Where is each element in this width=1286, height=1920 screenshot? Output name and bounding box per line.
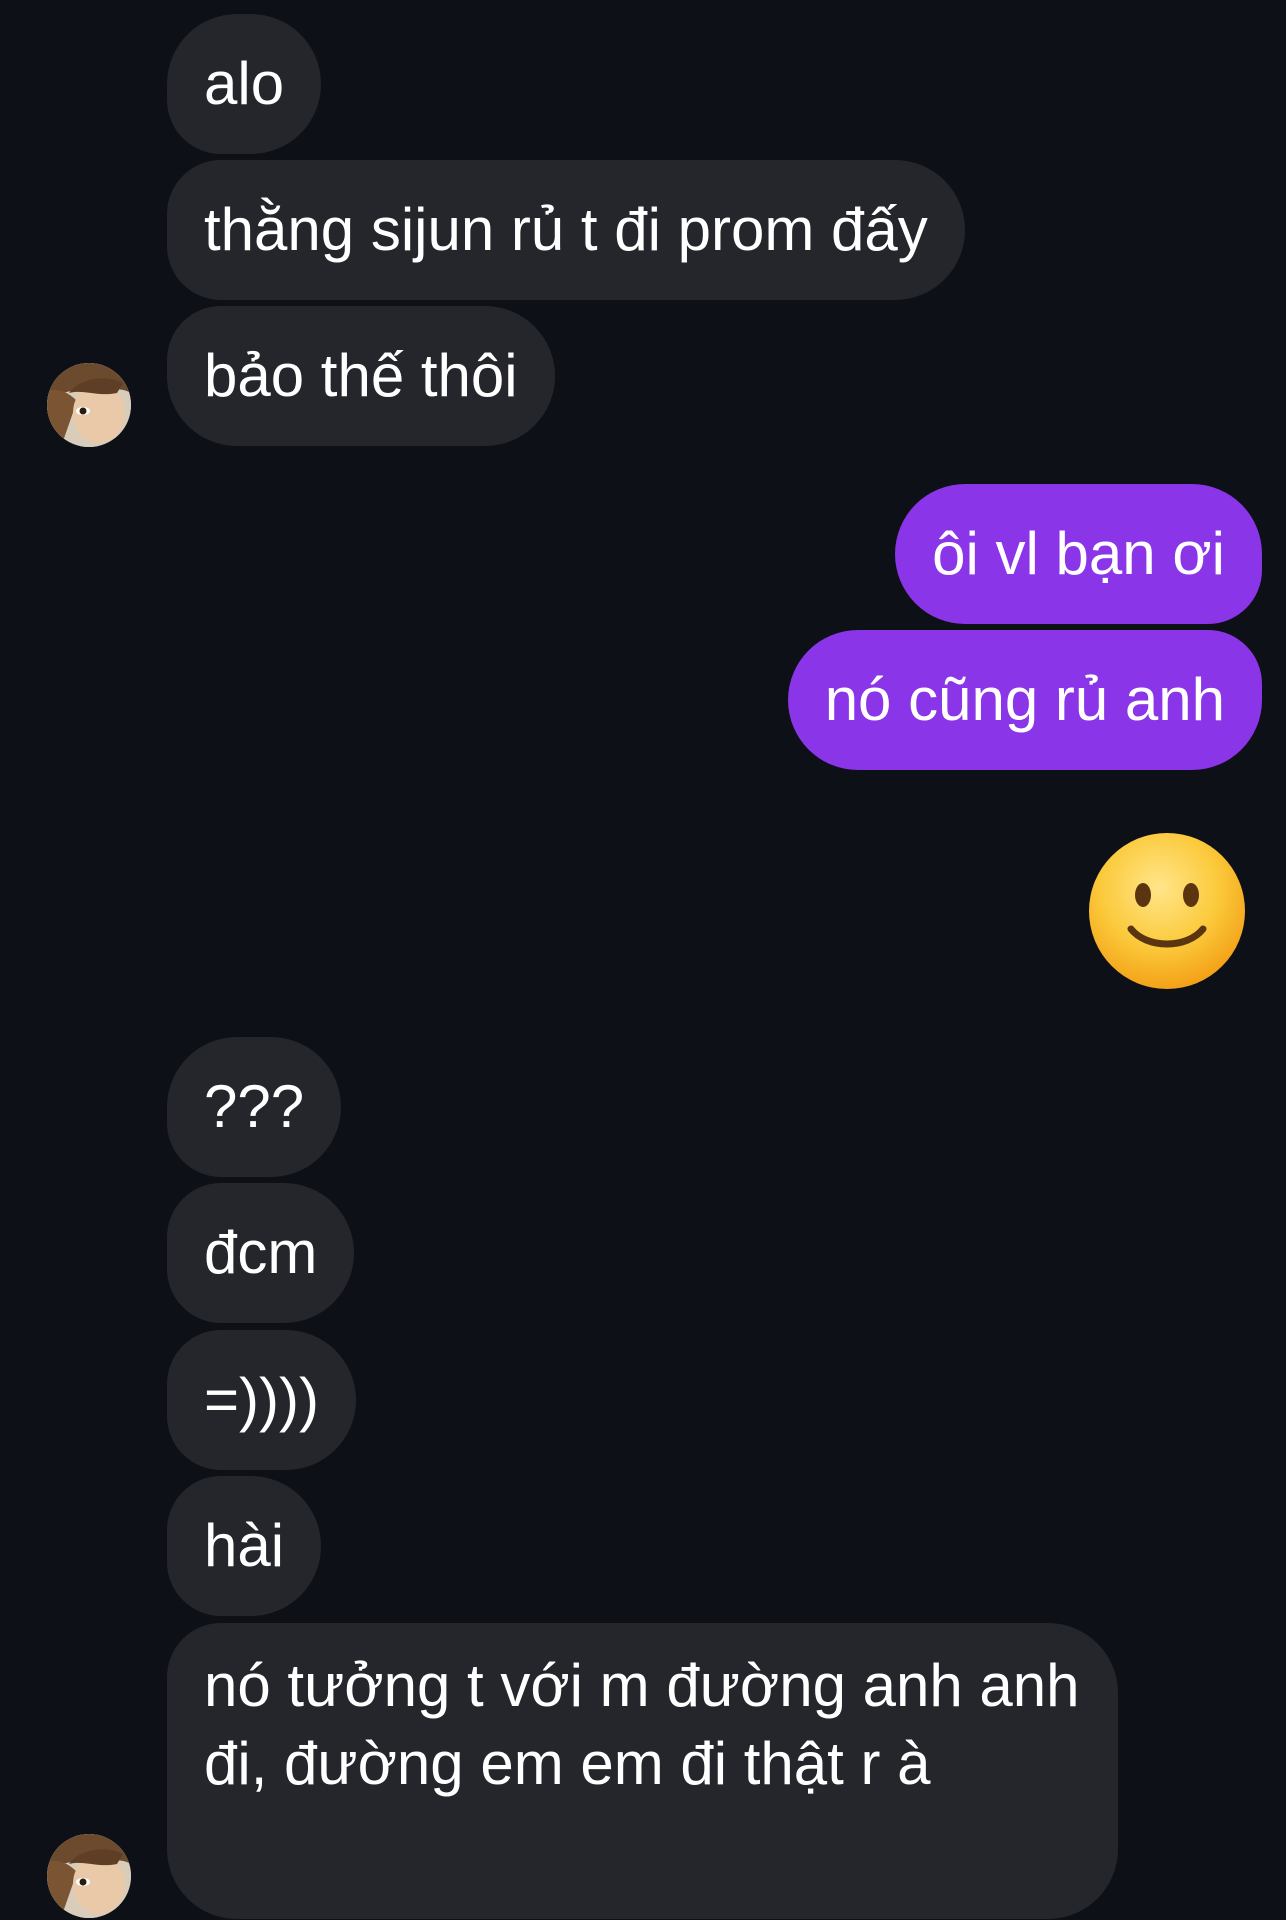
- incoming-message-bubble[interactable]: thằng sijun rủ t đi prom đấy: [167, 160, 965, 300]
- message-text: bảo thế thôi: [204, 342, 518, 409]
- avatar-photo-icon: [47, 1834, 131, 1918]
- message-text: alo: [204, 50, 285, 117]
- incoming-message-bubble[interactable]: hài: [167, 1476, 322, 1616]
- contact-avatar[interactable]: [47, 363, 131, 447]
- message-text: hài: [204, 1512, 285, 1579]
- message-text: ???: [204, 1073, 305, 1140]
- message-text: =)))): [204, 1366, 319, 1433]
- message-text: nó cũng rủ anh: [824, 666, 1225, 733]
- incoming-message-bubble[interactable]: bảo thế thôi: [167, 306, 555, 446]
- incoming-message-bubble[interactable]: ???: [167, 1037, 342, 1177]
- smiling-face-icon: [1089, 833, 1245, 989]
- incoming-message-bubble[interactable]: đcm: [167, 1183, 355, 1323]
- outgoing-message-bubble[interactable]: nó cũng rủ anh: [787, 630, 1262, 770]
- avatar-photo-icon: [47, 363, 131, 447]
- contact-avatar[interactable]: [47, 1834, 131, 1918]
- message-text: ôi vl bạn ơi: [932, 520, 1225, 587]
- chat-conversation: alo thằng sijun rủ t đi prom đấy bảo thế…: [0, 0, 1286, 1920]
- incoming-message-bubble[interactable]: =)))): [167, 1330, 356, 1470]
- smiling-face-emoji-icon[interactable]: [1087, 831, 1247, 991]
- message-text: nó tưởng t với m đường anh anh đi, đường…: [204, 1652, 1080, 1797]
- incoming-message-bubble[interactable]: alo: [167, 14, 322, 154]
- incoming-message-bubble[interactable]: nó tưởng t với m đường anh anh đi, đường…: [167, 1623, 1118, 1919]
- outgoing-message-bubble[interactable]: ôi vl bạn ơi: [895, 484, 1262, 624]
- message-text: đcm: [204, 1219, 318, 1286]
- message-text: thằng sijun rủ t đi prom đấy: [204, 196, 928, 263]
